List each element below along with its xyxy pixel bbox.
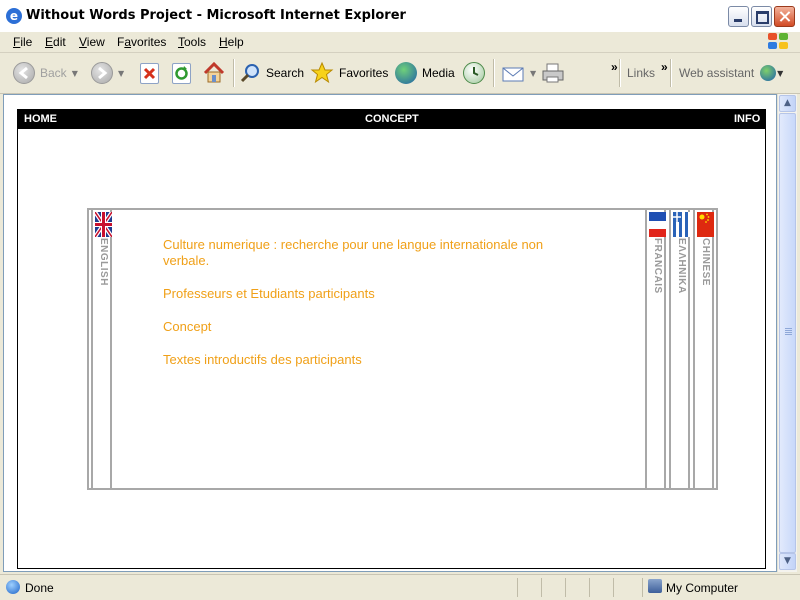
page-done-icon	[6, 580, 20, 594]
language-label-francais: FRANCAIS	[652, 238, 663, 294]
language-tab-greek[interactable]: ΕΛΛΗΝΙΚΑ	[669, 210, 690, 488]
toolbar-separator	[493, 59, 495, 87]
history-clock-icon	[463, 62, 485, 84]
link-list: Culture numerique : recherche pour une l…	[163, 237, 563, 385]
links-overflow-chevron[interactable]: »	[656, 47, 668, 87]
links-label: Links	[627, 66, 656, 80]
search-label: Search	[266, 66, 305, 80]
forward-arrow-icon	[91, 62, 113, 84]
link-textes-introductifs[interactable]: Textes introductifs des participants	[163, 352, 563, 368]
nav-home-link[interactable]: HOME	[24, 113, 57, 125]
title-bar: e Without Words Project - Microsoft Inte…	[0, 0, 800, 33]
back-button[interactable]: Back ▼	[13, 53, 78, 93]
mail-icon	[501, 62, 525, 84]
france-flag-icon	[649, 212, 666, 237]
ie-window: e Without Words Project - Microsoft Inte…	[0, 0, 800, 600]
search-button[interactable]: Search	[239, 53, 304, 93]
links-toolbar[interactable]: Links	[622, 53, 655, 93]
status-divider	[589, 578, 590, 597]
stop-button[interactable]	[140, 53, 159, 93]
status-divider	[541, 578, 542, 597]
computer-zone-icon	[648, 579, 662, 593]
browser-viewport: HOME CONCEPT INFO ENGLISH Culture numeri…	[3, 94, 777, 572]
nav-info-link[interactable]: INFO	[734, 113, 760, 125]
chevron-down-icon[interactable]: ▼	[777, 69, 783, 78]
forward-button[interactable]: ▼	[91, 53, 124, 93]
media-button[interactable]: Media	[395, 53, 455, 93]
standard-toolbar: Back ▼ ▼ Search Favorites Media ▼ » Link…	[0, 53, 800, 94]
ie-logo-icon: e	[6, 8, 22, 24]
menu-tools[interactable]: Tools	[178, 35, 206, 49]
maximize-button[interactable]	[751, 6, 772, 27]
chevron-down-icon[interactable]: ▼	[118, 69, 124, 78]
language-label-english: ENGLISH	[98, 238, 109, 286]
menu-bar: File Edit View Favorites Tools Help	[0, 32, 800, 53]
status-divider	[613, 578, 614, 597]
language-tab-francais[interactable]: FRANCAIS	[645, 210, 666, 488]
china-flag-icon	[697, 212, 714, 237]
toolbar-overflow-chevron[interactable]: »	[606, 47, 618, 87]
link-professeurs-etudiants[interactable]: Professeurs et Etudiants participants	[163, 286, 563, 302]
menu-file[interactable]: File	[13, 35, 32, 49]
toolbar-separator	[233, 59, 235, 87]
greece-flag-icon	[673, 212, 690, 237]
menu-help[interactable]: Help	[219, 35, 244, 49]
status-divider	[565, 578, 566, 597]
minimize-button[interactable]	[728, 6, 749, 27]
web-assistant-label: Web assistant	[679, 66, 755, 80]
scroll-up-button[interactable]: ▲	[779, 95, 796, 112]
status-bar: Done My Computer	[0, 574, 800, 600]
vertical-scrollbar[interactable]: ▲ ▼	[777, 94, 797, 572]
window-title: Without Words Project - Microsoft Intern…	[26, 8, 406, 23]
home-icon	[202, 61, 226, 85]
mail-button[interactable]: ▼	[501, 53, 536, 93]
toolbar-separator	[619, 59, 621, 87]
uk-flag-icon	[95, 212, 112, 237]
printer-icon	[541, 62, 565, 84]
stop-icon	[140, 62, 159, 84]
media-icon	[395, 62, 417, 84]
language-tab-chinese[interactable]: CHINESE	[693, 210, 714, 488]
scroll-grip-icon	[785, 328, 792, 336]
content-panel: ENGLISH Culture numerique : recherche po…	[87, 208, 718, 490]
web-assistant-button[interactable]: Web assistant ▼	[674, 53, 783, 93]
link-concept[interactable]: Concept	[163, 319, 563, 335]
star-icon	[310, 61, 334, 85]
menu-favorites[interactable]: Favorites	[117, 35, 166, 49]
language-label-greek: ΕΛΛΗΝΙΚΑ	[676, 238, 687, 294]
favorites-label: Favorites	[339, 66, 389, 80]
media-label: Media	[422, 66, 455, 80]
status-text: Done	[25, 581, 54, 595]
search-icon	[239, 62, 261, 84]
language-tab-english[interactable]: ENGLISH	[91, 210, 112, 488]
refresh-button[interactable]	[172, 53, 191, 93]
chevron-down-icon[interactable]: ▼	[530, 69, 536, 78]
page-frame: HOME CONCEPT INFO ENGLISH Culture numeri…	[17, 109, 766, 569]
back-label: Back	[40, 66, 67, 80]
close-button[interactable]	[774, 6, 795, 27]
site-nav-bar: HOME CONCEPT INFO	[18, 110, 765, 129]
home-button[interactable]	[202, 53, 226, 93]
status-divider	[517, 578, 518, 597]
windows-logo-icon	[768, 33, 790, 51]
link-culture-numerique[interactable]: Culture numerique : recherche pour une l…	[163, 237, 563, 269]
nav-concept-link[interactable]: CONCEPT	[365, 113, 419, 125]
language-label-chinese: CHINESE	[700, 238, 711, 286]
menu-view[interactable]: View	[79, 35, 105, 49]
status-divider	[642, 578, 643, 597]
chevron-down-icon[interactable]: ▼	[72, 69, 78, 78]
toolbar-separator	[670, 59, 672, 87]
refresh-icon	[172, 62, 191, 84]
security-zone-text: My Computer	[666, 581, 739, 595]
globe-icon	[760, 65, 777, 81]
menu-edit[interactable]: Edit	[45, 35, 66, 49]
back-arrow-icon	[13, 62, 35, 84]
favorites-button[interactable]: Favorites	[310, 53, 388, 93]
scroll-down-button[interactable]: ▼	[779, 553, 796, 570]
print-button[interactable]	[541, 53, 565, 93]
scroll-thumb[interactable]	[779, 113, 796, 553]
history-button[interactable]	[463, 53, 485, 93]
